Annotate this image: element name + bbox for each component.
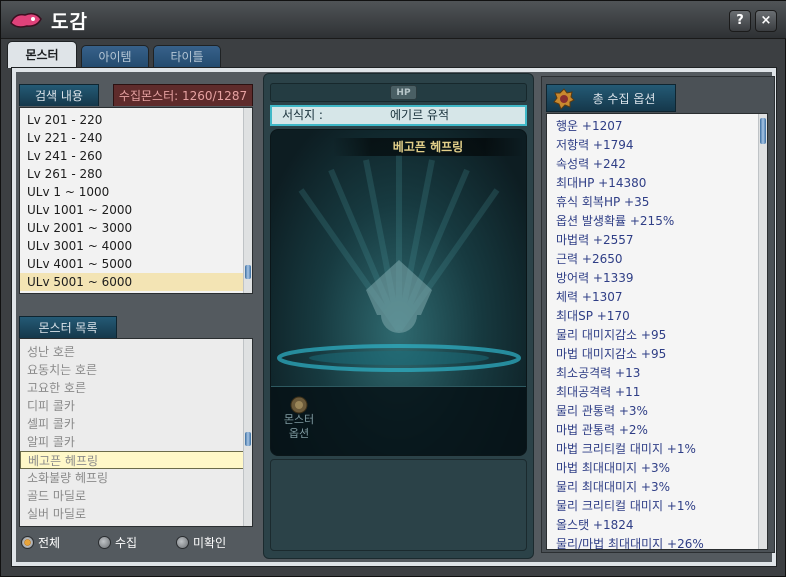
total-options-title: 총 수집 옵션 (546, 84, 676, 112)
option-item: 물리 최대대미지 +3% (556, 480, 671, 494)
search-list-item[interactable]: ULv 4001 ~ 5000 (20, 255, 252, 273)
search-list-item[interactable]: Lv 261 - 280 (20, 165, 252, 183)
option-item: 물리 크리티컬 대미지 +1% (556, 499, 696, 513)
radio-icon (98, 536, 111, 549)
monster-list-item[interactable]: 소화불량 헤프링 (20, 469, 252, 487)
option-item: 마법 대미지감소 +95 (556, 347, 667, 361)
search-list-item[interactable]: Lv 241 - 260 (20, 147, 252, 165)
option-item: 최소공격력 +13 (556, 366, 641, 380)
option-item: 물리/마법 최대대미지 +26% (556, 537, 704, 550)
total-options-panel: 총 수집 옵션 행운 +1207 저항력 +1794 속성력 +242 최대HP +1… (541, 76, 775, 553)
option-item: 물리 대미지감소 +95 (556, 328, 667, 342)
scroll-thumb[interactable] (245, 432, 251, 446)
filter-collected[interactable]: 수집 (98, 535, 137, 551)
search-list-item[interactable]: ULv 2001 ~ 3000 (20, 219, 252, 237)
search-list-item[interactable]: Lv 201 - 220 (20, 111, 252, 129)
emblem-icon (553, 88, 575, 110)
monster-list-title: 몬스터 목록 (19, 316, 117, 338)
filter-all[interactable]: 전체 (21, 535, 60, 551)
monster-list-item[interactable]: 셀피 콜카 (20, 415, 252, 433)
option-item: 마법 최대대미지 +3% (556, 461, 671, 475)
total-options-list[interactable]: 행운 +1207 저항력 +1794 속성력 +242 최대HP +14380 휴식 회… (546, 113, 768, 550)
monster-list-item[interactable]: 디피 콜카 (20, 397, 252, 415)
monster-list-item[interactable]: 고요한 호른 (20, 379, 252, 397)
habitat-field: 서식지 : 에기르 유적 (270, 105, 527, 126)
monster-preview: 베고픈 헤프링 몬스터 옵션 (270, 129, 527, 456)
tab-title[interactable]: 타이틀 (153, 45, 221, 68)
option-item: 최대공격력 +11 (556, 385, 641, 399)
search-list-item[interactable]: ULv 5001 ~ 6000 (20, 273, 252, 291)
help-button[interactable]: ? (729, 10, 751, 32)
emblem-icon (290, 396, 308, 414)
monster-list-item[interactable]: 실버 마딜로 (20, 505, 252, 523)
option-item: 올스탯 +1824 (556, 518, 634, 532)
window-title: 도감 (51, 11, 88, 33)
monster-name: 베고픈 헤프링 (333, 138, 523, 156)
monster-list-item[interactable]: 골드 마딜로 (20, 487, 252, 505)
search-title: 검색 내용 (19, 84, 99, 106)
monster-list-item[interactable]: 베고픈 헤프링 (20, 451, 252, 469)
search-list-item[interactable]: Lv 221 - 240 (20, 129, 252, 147)
options-scrollbar[interactable] (758, 114, 767, 549)
option-item: 휴식 회복HP +35 (556, 195, 650, 209)
option-item: 최대HP +14380 (556, 176, 647, 190)
option-item: 최대SP +170 (556, 309, 630, 323)
monster-list-item[interactable]: 요동치는 호른 (20, 361, 252, 379)
option-item: 마법 관통력 +2% (556, 423, 648, 437)
radio-icon (176, 536, 189, 549)
filter-unknown[interactable]: 미확인 (176, 535, 226, 551)
option-item: 행운 +1207 (556, 119, 623, 133)
option-item: 근력 +2650 (556, 252, 623, 266)
collected-count: 수집몬스터: 1260/1287 (113, 84, 253, 106)
option-item: 체력 +1307 (556, 290, 623, 304)
option-item: 물리 관통력 +3% (556, 404, 648, 418)
title-bar[interactable]: 도감 ? × (1, 1, 786, 39)
monster-option-area: 몬스터 옵션 (271, 386, 526, 455)
option-item: 마법력 +2557 (556, 233, 634, 247)
scroll-thumb[interactable] (245, 265, 251, 279)
option-item: 방어력 +1339 (556, 271, 634, 285)
close-button[interactable]: × (755, 10, 777, 32)
option-item: 옵션 발생확률 +215% (556, 214, 675, 228)
search-list-item[interactable]: ULv 1001 ~ 2000 (20, 201, 252, 219)
option-item: 마법 크리티컬 대미지 +1% (556, 442, 696, 456)
search-list-item[interactable]: ULv 1 ~ 1000 (20, 183, 252, 201)
radio-icon (21, 536, 34, 549)
detail-lower-box (270, 459, 527, 551)
book-icon (10, 12, 42, 28)
habitat-value: 에기르 유적 (390, 108, 450, 122)
monster-list-item[interactable]: 성난 호른 (20, 343, 252, 361)
option-item: 저항력 +1794 (556, 138, 634, 152)
option-item: 속성력 +242 (556, 157, 626, 171)
tab-item[interactable]: 아이템 (81, 45, 149, 68)
monster-list[interactable]: 성난 호른 요동치는 호른 고요한 호른 디피 콜카 셀피 콜카 알피 콜카 베고픈 헤프링… (19, 338, 253, 527)
hp-label: HP (390, 85, 417, 100)
collection-window: 도감 ? × 몬스터 아이템 타이틀 검색 내용 수집몬스터: 1260/128… (0, 0, 786, 577)
search-list-item[interactable]: ULv 3001 ~ 4000 (20, 237, 252, 255)
search-scrollbar[interactable] (243, 108, 252, 293)
monster-option-label: 몬스터 옵션 (283, 413, 315, 440)
habitat-label: 서식지 : (282, 108, 323, 122)
tab-monster[interactable]: 몬스터 (7, 41, 77, 68)
search-list[interactable]: Lv 201 - 220 Lv 221 - 240 Lv 241 - 260 Lv 2… (19, 107, 253, 294)
monster-list-item[interactable]: 알피 콜카 (20, 433, 252, 451)
monster-scrollbar[interactable] (243, 339, 252, 526)
scroll-thumb[interactable] (760, 118, 766, 144)
